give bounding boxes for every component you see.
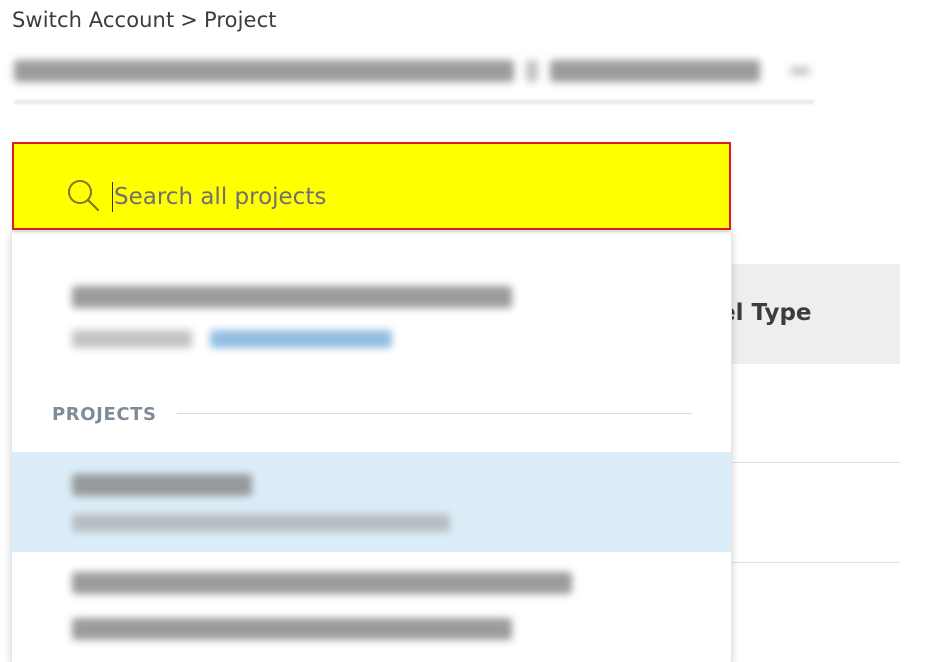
- breadcrumb-switch-account[interactable]: Switch Account: [12, 8, 174, 32]
- project-item[interactable]: [12, 452, 731, 552]
- search-icon: [68, 180, 100, 212]
- section-divider: [177, 413, 692, 414]
- text-caret: [112, 182, 113, 212]
- redacted-project-name: [72, 572, 572, 594]
- breadcrumb: Switch Account > Project: [12, 8, 277, 32]
- redacted-hub-name: [550, 60, 760, 82]
- change-account-link[interactable]: [210, 330, 392, 348]
- table-row-divider: [730, 462, 900, 463]
- redacted-project-name: [72, 474, 252, 496]
- redacted-account-email: [72, 286, 512, 308]
- project-item[interactable]: [12, 552, 731, 652]
- chevron-down-icon: [790, 67, 810, 75]
- redacted-separator: [526, 60, 538, 82]
- breadcrumb-current: Project: [204, 8, 277, 32]
- project-dropdown: PROJECTS: [11, 232, 732, 662]
- table-column-header: el Type: [720, 300, 812, 326]
- redacted-account-email: [14, 60, 514, 82]
- projects-section-label: PROJECTS: [52, 404, 157, 425]
- breadcrumb-separator: >: [180, 8, 198, 32]
- search-input[interactable]: [112, 180, 674, 214]
- redacted-account-info: [72, 330, 192, 348]
- redacted-project-owner: [72, 618, 512, 640]
- redacted-project-owner: [72, 514, 450, 532]
- account-hub-selector[interactable]: [14, 60, 810, 82]
- search-projects-box[interactable]: [12, 142, 731, 230]
- table-row-divider: [730, 562, 900, 563]
- redacted-underline: [14, 100, 814, 104]
